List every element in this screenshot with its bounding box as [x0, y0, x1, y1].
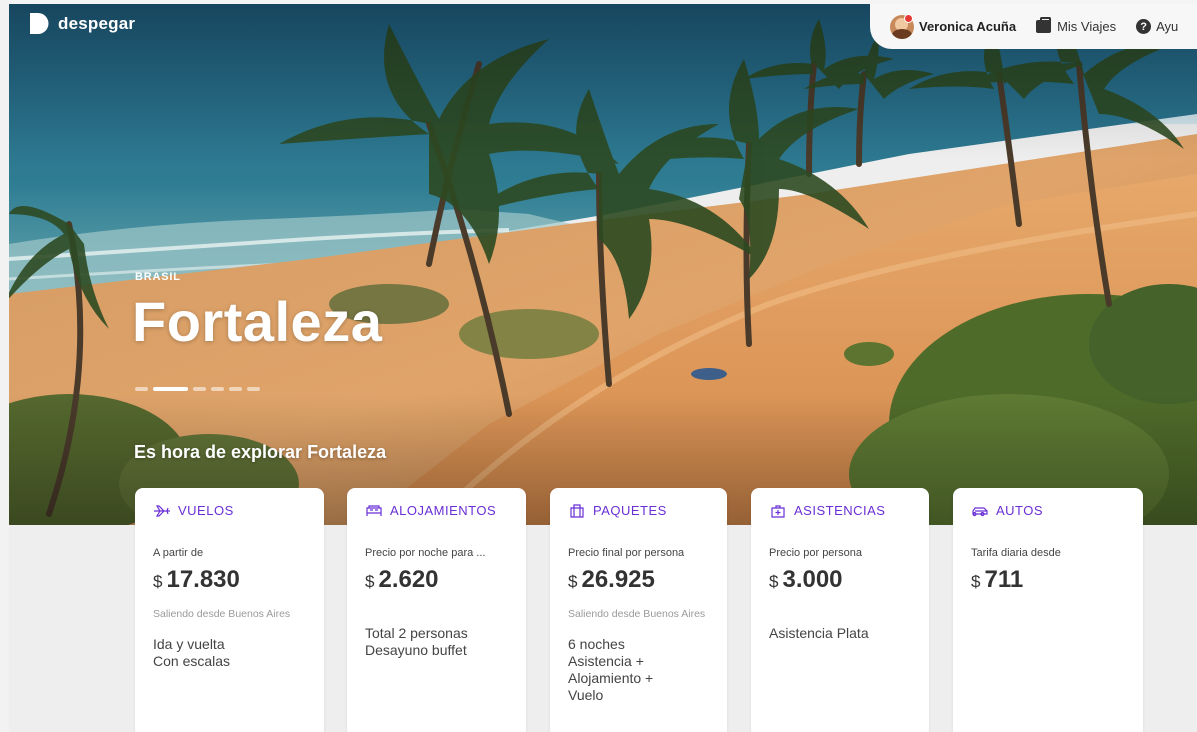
card-subtitle: Precio por noche para ...: [365, 547, 486, 559]
card-price: $ 3.000: [769, 566, 843, 594]
card-note: Saliendo desde Buenos Aires: [153, 608, 291, 620]
card-detail-line: Ida y vuelta: [153, 636, 225, 652]
brand-name: despegar: [58, 13, 136, 33]
card-detail-line: Vuelo: [568, 687, 604, 703]
suitcase-outline-icon: [570, 503, 584, 518]
currency-symbol: $: [971, 572, 981, 591]
carousel-indicators: [135, 387, 260, 391]
user-name[interactable]: Veronica Acuña: [919, 19, 1016, 34]
card-details: Total 2 personas Desayuno buffet: [365, 625, 525, 659]
notification-badge: [904, 14, 913, 23]
card-subtitle: Tarifa diaria desde: [971, 547, 1061, 559]
card-alojamientos[interactable]: ALOJAMIENTOS Precio por noche para ... $…: [347, 488, 526, 732]
card-paquetes[interactable]: PAQUETES Precio final por persona $ 26.9…: [550, 488, 727, 732]
card-header: VUELOS: [153, 503, 234, 518]
hero-city-title: Fortaleza: [132, 290, 383, 353]
price-value: 3.000: [782, 566, 843, 593]
currency-symbol: $: [365, 572, 375, 591]
carousel-dot[interactable]: [193, 387, 206, 391]
card-detail-line: Asistencia Plata: [769, 625, 869, 641]
card-title: ALOJAMIENTOS: [390, 503, 497, 518]
card-header: PAQUETES: [568, 503, 667, 518]
card-price: $ 2.620: [365, 566, 439, 594]
carousel-dot[interactable]: [247, 387, 260, 391]
my-trips-link[interactable]: Mis Viajes: [1057, 19, 1116, 34]
card-asistencias[interactable]: ASISTENCIAS Precio por persona $ 3.000 A…: [751, 488, 929, 732]
price-value: 26.925: [581, 566, 655, 593]
car-icon: [972, 506, 988, 516]
carousel-dot[interactable]: [229, 387, 242, 391]
currency-symbol: $: [769, 572, 779, 591]
hero-tagline: Es hora de explorar Fortaleza: [134, 442, 387, 462]
card-subtitle: Precio por persona: [769, 547, 862, 559]
card-header: ALOJAMIENTOS: [365, 503, 496, 518]
card-header: AUTOS: [971, 503, 1043, 518]
currency-symbol: $: [568, 572, 578, 591]
hero-country: BRASIL: [135, 271, 181, 283]
left-gutter: [0, 0, 9, 732]
bed-icon: [366, 504, 382, 516]
card-detail-line: Total 2 personas: [365, 625, 468, 641]
help-icon: ?: [1136, 19, 1152, 34]
card-subtitle: A partir de: [153, 547, 204, 559]
card-details: 6 noches Asistencia + Alojamiento + Vuel…: [568, 636, 728, 704]
carousel-dot[interactable]: [153, 387, 188, 391]
card-note: Saliendo desde Buenos Aires: [568, 608, 706, 620]
card-title: PAQUETES: [593, 503, 667, 518]
help-link[interactable]: Ayu: [1156, 19, 1178, 34]
suitcase-icon: [1036, 17, 1052, 33]
card-title: VUELOS: [178, 503, 234, 518]
carousel-dot[interactable]: [135, 387, 148, 391]
card-header: ASISTENCIAS: [769, 503, 885, 518]
card-detail-line: Alojamiento +: [568, 670, 654, 686]
price-value: 2.620: [378, 566, 439, 593]
card-detail-line: Desayuno buffet: [365, 642, 467, 658]
card-subtitle: Precio final por persona: [568, 547, 685, 559]
price-value: 17.830: [166, 566, 240, 593]
card-price: $ 17.830: [153, 566, 240, 594]
card-price: $ 711: [971, 566, 1023, 594]
card-title: AUTOS: [996, 503, 1044, 518]
currency-symbol: $: [153, 572, 163, 591]
card-detail-line: Con escalas: [153, 653, 231, 669]
card-details: Asistencia Plata: [769, 625, 929, 642]
price-value: 711: [984, 566, 1024, 593]
card-title: ASISTENCIAS: [794, 503, 886, 518]
card-details: Ida y vuelta Con escalas: [153, 636, 313, 670]
carousel-dot[interactable]: [211, 387, 224, 391]
despegar-logo-icon: [30, 13, 49, 34]
card-detail-line: 6 noches: [568, 636, 625, 652]
brand-logo[interactable]: despegar: [30, 13, 135, 34]
page: despegar Veronica Acuña Mis Viajes ? Ayu…: [0, 0, 1197, 732]
medical-kit-icon: [771, 504, 785, 518]
card-vuelos[interactable]: VUELOS A partir de $ 17.830 Saliendo des…: [135, 488, 324, 732]
plane-icon: [154, 504, 170, 517]
user-bar: Veronica Acuña Mis Viajes ? Ayu: [870, 4, 1197, 49]
card-autos[interactable]: AUTOS Tarifa diaria desde $ 711: [953, 488, 1143, 732]
card-detail-line: Asistencia +: [568, 653, 644, 669]
card-price: $ 26.925: [568, 566, 655, 594]
